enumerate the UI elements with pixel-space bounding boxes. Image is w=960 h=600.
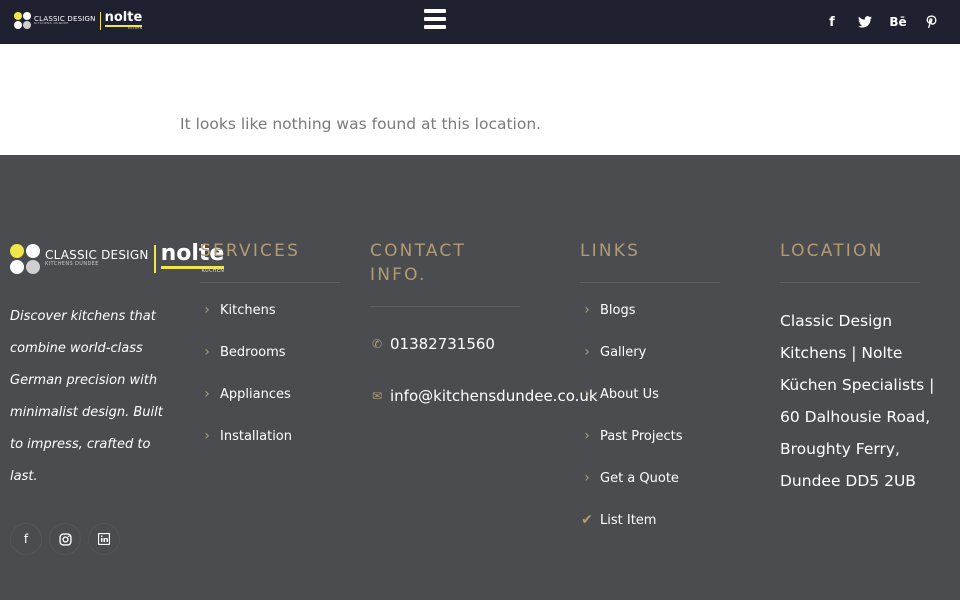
footer-logo[interactable]: CLASSIC DESIGN KITCHENS DUNDEE nolte KÜC… (10, 243, 225, 274)
location-title: LOCATION (780, 241, 884, 261)
service-link-installation[interactable]: › Installation (200, 426, 292, 446)
main-content: It looks like nothing was found at this … (0, 44, 960, 155)
hamburger-menu-icon[interactable] (424, 9, 446, 33)
services-divider (200, 282, 340, 283)
logo-brand-nolte: nolte KÜCHEN (104, 10, 143, 30)
service-link-bedrooms[interactable]: › Bedrooms (200, 342, 285, 362)
logo-separator (99, 11, 101, 30)
chevron-right-icon: › (204, 302, 210, 318)
chevron-right-icon: › (584, 470, 590, 486)
contact-divider (370, 306, 520, 307)
check-icon: ✔ (581, 512, 593, 528)
footer-link-gallery[interactable]: › Gallery (580, 342, 646, 362)
site-footer: CLASSIC DESIGN KITCHENS DUNDEE nolte KÜC… (0, 155, 960, 600)
logo-separator (153, 244, 156, 273)
services-title: SERVICES (200, 241, 301, 261)
logo-brand-classic-design: CLASSIC DESIGN KITCHENS DUNDEE (45, 248, 149, 267)
footer-link-get-a-quote[interactable]: › Get a Quote (580, 468, 679, 488)
contact-title: CONTACT INFO. (370, 241, 467, 285)
linkedin-icon[interactable] (88, 523, 120, 555)
footer-link-list-item[interactable]: ✔ List Item (580, 510, 656, 530)
chevron-right-icon: › (584, 386, 590, 402)
facebook-icon[interactable]: f (10, 523, 42, 555)
service-link-appliances[interactable]: › Appliances (200, 384, 291, 404)
footer-tagline: Discover kitchens that combine world-cla… (10, 309, 163, 484)
not-found-message: It looks like nothing was found at this … (180, 115, 542, 133)
top-header-bar: CLASSIC DESIGN KITCHENS DUNDEE nolte KÜC… (0, 0, 960, 44)
links-divider (580, 282, 720, 283)
chevron-right-icon: › (584, 428, 590, 444)
footer-link-blogs[interactable]: › Blogs (580, 300, 635, 320)
chevron-right-icon: › (584, 344, 590, 360)
links-title: LINKS (580, 241, 641, 261)
pinterest-icon[interactable] (921, 12, 941, 32)
logo-dots-icon (10, 243, 40, 274)
chevron-right-icon: › (204, 428, 210, 444)
service-link-kitchens[interactable]: › Kitchens (200, 300, 275, 320)
chevron-right-icon: › (584, 302, 590, 318)
chevron-right-icon: › (204, 344, 210, 360)
facebook-icon[interactable]: f (822, 12, 842, 32)
logo-brand-classic-design: CLASSIC DESIGN KITCHENS DUNDEE (34, 14, 96, 26)
logo-dots-icon (14, 12, 31, 29)
footer-link-past-projects[interactable]: › Past Projects (580, 426, 682, 446)
envelope-icon: ✉ (371, 389, 383, 403)
twitter-icon[interactable] (855, 12, 875, 32)
contact-phone[interactable]: ✆ 01382731560 (370, 335, 495, 353)
contact-email[interactable]: ✉ info@kitchensdundee.co.uk (370, 387, 598, 405)
phone-icon: ✆ (371, 337, 383, 351)
location-address: Classic Design Kitchens | Nolte Küchen S… (780, 312, 935, 490)
chevron-right-icon: › (204, 386, 210, 402)
behance-icon[interactable]: Bē (888, 12, 908, 32)
location-divider (780, 282, 920, 283)
header-logo[interactable]: CLASSIC DESIGN KITCHENS DUNDEE nolte KÜC… (14, 10, 143, 30)
instagram-icon[interactable] (49, 523, 81, 555)
footer-link-about-us[interactable]: › About Us (580, 384, 659, 404)
